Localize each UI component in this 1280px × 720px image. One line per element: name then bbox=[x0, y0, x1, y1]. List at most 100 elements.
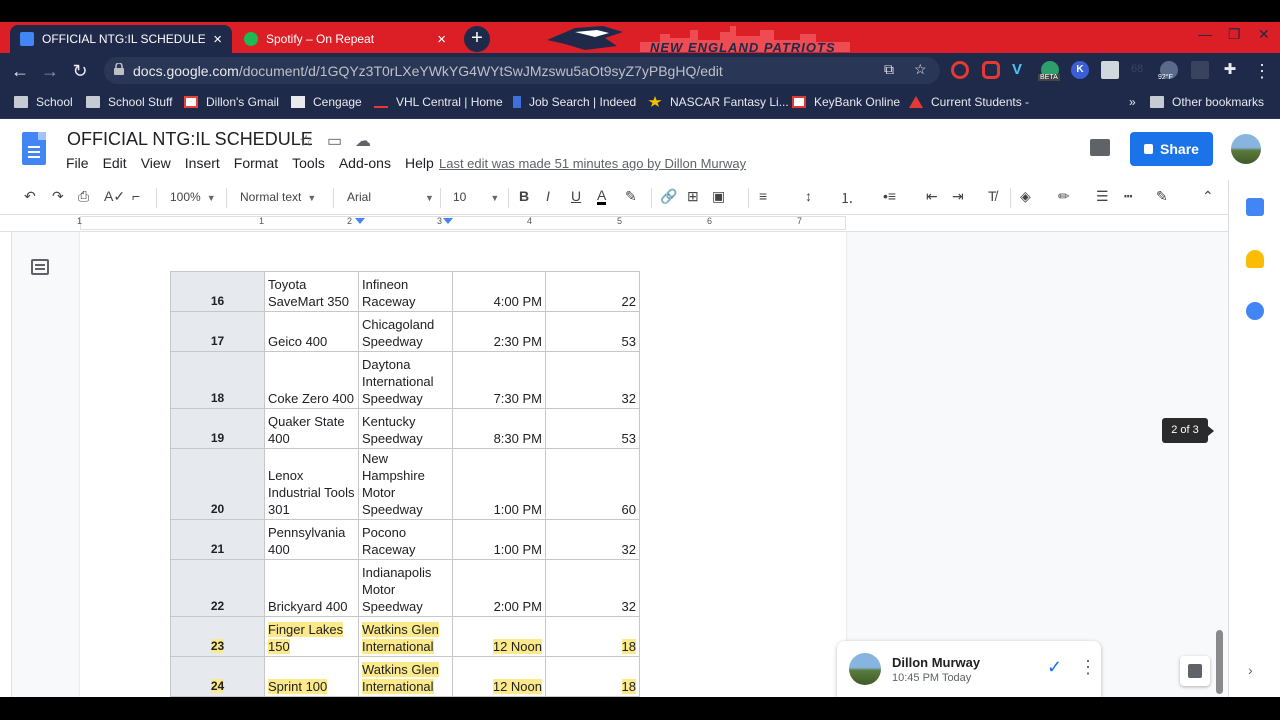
underline-icon[interactable]: U bbox=[571, 188, 581, 204]
track-name-cell[interactable]: Infineon Raceway bbox=[358, 271, 453, 312]
resolve-check-icon[interactable]: ✓ bbox=[1047, 657, 1062, 678]
new-tab-button[interactable]: + bbox=[464, 26, 490, 52]
row-number-cell[interactable]: 16 bbox=[170, 271, 265, 312]
print-icon[interactable]: ⎙ bbox=[78, 188, 89, 205]
bookmark-vhl[interactable]: VHL Central | Home bbox=[374, 95, 503, 109]
align-icon[interactable]: ≡ bbox=[759, 188, 767, 204]
font-size-select[interactable]: 10 ▼ bbox=[453, 190, 499, 204]
docs-home-icon[interactable] bbox=[22, 132, 46, 165]
lap-count-cell[interactable]: 32 bbox=[545, 559, 640, 617]
row-number-cell[interactable]: 23 bbox=[170, 616, 265, 657]
bulleted-list-icon[interactable]: •≡ bbox=[883, 188, 896, 204]
bold-icon[interactable]: B bbox=[519, 188, 529, 204]
track-name-cell[interactable]: Watkins Glen International bbox=[358, 656, 453, 697]
puzzle-extensions-icon[interactable]: ✚ bbox=[1221, 61, 1239, 79]
race-name-cell[interactable]: Coke Zero 400 bbox=[264, 351, 359, 409]
bookmark-school-stuff[interactable]: School Stuff bbox=[86, 95, 173, 109]
close-tab-icon[interactable]: × bbox=[213, 31, 222, 48]
cell-fill-icon[interactable]: ◈ bbox=[1020, 188, 1031, 205]
star-icon[interactable]: ☆ bbox=[299, 131, 313, 151]
start-time-cell[interactable]: 2:00 PM bbox=[452, 559, 546, 617]
insert-image-icon[interactable]: ▣ bbox=[712, 188, 725, 205]
menu-edit[interactable]: Edit bbox=[103, 155, 127, 171]
bookmark-nascar[interactable]: NASCAR Fantasy Li... bbox=[648, 95, 789, 109]
start-time-cell[interactable]: 12 Noon bbox=[452, 656, 546, 697]
row-number-cell[interactable]: 21 bbox=[170, 519, 265, 560]
tasks-icon[interactable] bbox=[1246, 302, 1264, 320]
last-edit-link[interactable]: Last edit was made 51 minutes ago by Dil… bbox=[439, 156, 746, 171]
back-arrow-icon[interactable]: ← bbox=[8, 59, 32, 83]
horizontal-ruler[interactable]: 1 1 2 3 4 5 6 7 bbox=[0, 215, 1228, 232]
track-name-cell[interactable]: Chicagoland Speedway bbox=[358, 311, 453, 352]
download-extension-icon[interactable] bbox=[1191, 61, 1209, 79]
document-title[interactable]: OFFICIAL NTG:IL SCHEDULE bbox=[67, 129, 313, 150]
menu-help[interactable]: Help bbox=[405, 155, 434, 171]
start-time-cell[interactable]: 8:30 PM bbox=[452, 408, 546, 449]
keep-icon[interactable] bbox=[1246, 250, 1264, 268]
italic-icon[interactable]: I bbox=[546, 188, 550, 204]
start-time-cell[interactable]: 1:00 PM bbox=[452, 519, 546, 560]
start-time-cell[interactable]: 4:00 PM bbox=[452, 271, 546, 312]
lap-count-cell[interactable]: 22 bbox=[545, 271, 640, 312]
row-number-cell[interactable]: 19 bbox=[170, 408, 265, 449]
lap-count-cell[interactable]: 60 bbox=[545, 448, 640, 520]
menu-file[interactable]: File bbox=[66, 155, 89, 171]
increase-indent-icon[interactable]: ⇥ bbox=[952, 188, 964, 205]
track-name-cell[interactable]: Daytona International Speedway bbox=[358, 351, 453, 409]
bookmark-cengage[interactable]: Cengage bbox=[291, 95, 362, 109]
track-name-cell[interactable]: Kentucky Speedway bbox=[358, 408, 453, 449]
border-color-icon[interactable]: ✏ bbox=[1058, 188, 1070, 205]
clear-formatting-icon[interactable]: T̸ bbox=[988, 188, 997, 204]
numbered-list-icon[interactable]: ⒈ bbox=[840, 188, 854, 208]
start-time-cell[interactable]: 7:30 PM bbox=[452, 351, 546, 409]
menu-format[interactable]: Format bbox=[234, 155, 278, 171]
cloud-status-icon[interactable]: ☁ bbox=[355, 131, 371, 151]
scrollbar-thumb[interactable] bbox=[1216, 630, 1223, 694]
address-bar[interactable]: docs.google.com/document/d/1GQYz3T0rLXeY… bbox=[104, 57, 940, 84]
hide-menus-icon[interactable]: ⌃ bbox=[1202, 188, 1214, 205]
row-number-cell[interactable]: 17 bbox=[170, 311, 265, 352]
lap-count-cell[interactable]: 32 bbox=[545, 351, 640, 409]
race-name-cell[interactable]: Finger Lakes 150 bbox=[264, 616, 359, 657]
bookmarks-overflow-icon[interactable]: » bbox=[1129, 95, 1136, 109]
menu-view[interactable]: View bbox=[141, 155, 171, 171]
tab-spotify[interactable]: Spotify – On Repeat × bbox=[234, 25, 456, 53]
indent-marker[interactable] bbox=[355, 218, 365, 224]
race-name-cell[interactable]: Geico 400 bbox=[264, 311, 359, 352]
race-name-cell[interactable]: Toyota SaveMart 350 bbox=[264, 271, 359, 312]
start-time-cell[interactable]: 2:30 PM bbox=[452, 311, 546, 352]
extension-icon[interactable] bbox=[982, 61, 1000, 79]
close-window-icon[interactable]: ✕ bbox=[1258, 26, 1270, 43]
race-name-cell[interactable]: Quaker State 400 bbox=[264, 408, 359, 449]
style-select[interactable]: Normal text ▼ bbox=[240, 190, 316, 204]
document-page[interactable]: 16 Toyota SaveMart 350 Infineon Raceway 4:0… bbox=[80, 232, 846, 697]
bookmark-other[interactable]: Other bookmarks bbox=[1150, 95, 1264, 109]
forward-arrow-icon[interactable]: → bbox=[38, 59, 62, 83]
close-tab-icon[interactable]: × bbox=[437, 31, 446, 48]
bookmark-keybank[interactable]: KeyBank Online bbox=[792, 95, 900, 109]
font-select[interactable]: Arial ▼ bbox=[347, 190, 434, 204]
race-name-cell[interactable]: Sprint 100 bbox=[264, 656, 359, 697]
chevron-right-icon[interactable]: › bbox=[1248, 662, 1253, 678]
line-spacing-icon[interactable]: ↕ bbox=[805, 188, 812, 204]
lap-count-cell[interactable]: 53 bbox=[545, 408, 640, 449]
bookmark-indeed[interactable]: Job Search | Indeed bbox=[513, 95, 636, 109]
lap-count-cell[interactable]: 53 bbox=[545, 311, 640, 352]
border-dash-icon[interactable]: ┅ bbox=[1124, 188, 1132, 205]
track-name-cell[interactable]: New Hampshire Motor Speedway bbox=[358, 448, 453, 520]
chrome-menu-icon[interactable]: ⋮ bbox=[1250, 59, 1274, 83]
tab-docs[interactable]: OFFICIAL NTG:IL SCHEDULE - Go × bbox=[10, 25, 232, 53]
track-name-cell[interactable]: Indianapolis Motor Speedway bbox=[358, 559, 453, 617]
race-name-cell[interactable]: Brickyard 400 bbox=[264, 559, 359, 617]
vimeo-extension-icon[interactable]: V bbox=[1012, 61, 1030, 79]
text-color-icon[interactable]: A bbox=[597, 188, 607, 205]
bookmark-school[interactable]: School bbox=[14, 95, 73, 109]
comment-history-icon[interactable] bbox=[1090, 139, 1110, 156]
open-in-new-icon[interactable]: ⧉ bbox=[884, 61, 894, 78]
race-name-cell[interactable]: Pennsylvania 400 bbox=[264, 519, 359, 560]
add-comment-button[interactable] bbox=[1180, 656, 1210, 686]
row-number-cell[interactable]: 22 bbox=[170, 559, 265, 617]
k-extension-icon[interactable]: K bbox=[1071, 61, 1089, 79]
row-number-cell[interactable]: 24 bbox=[170, 656, 265, 697]
bookmark-current-students[interactable]: Current Students - bbox=[909, 95, 1029, 109]
